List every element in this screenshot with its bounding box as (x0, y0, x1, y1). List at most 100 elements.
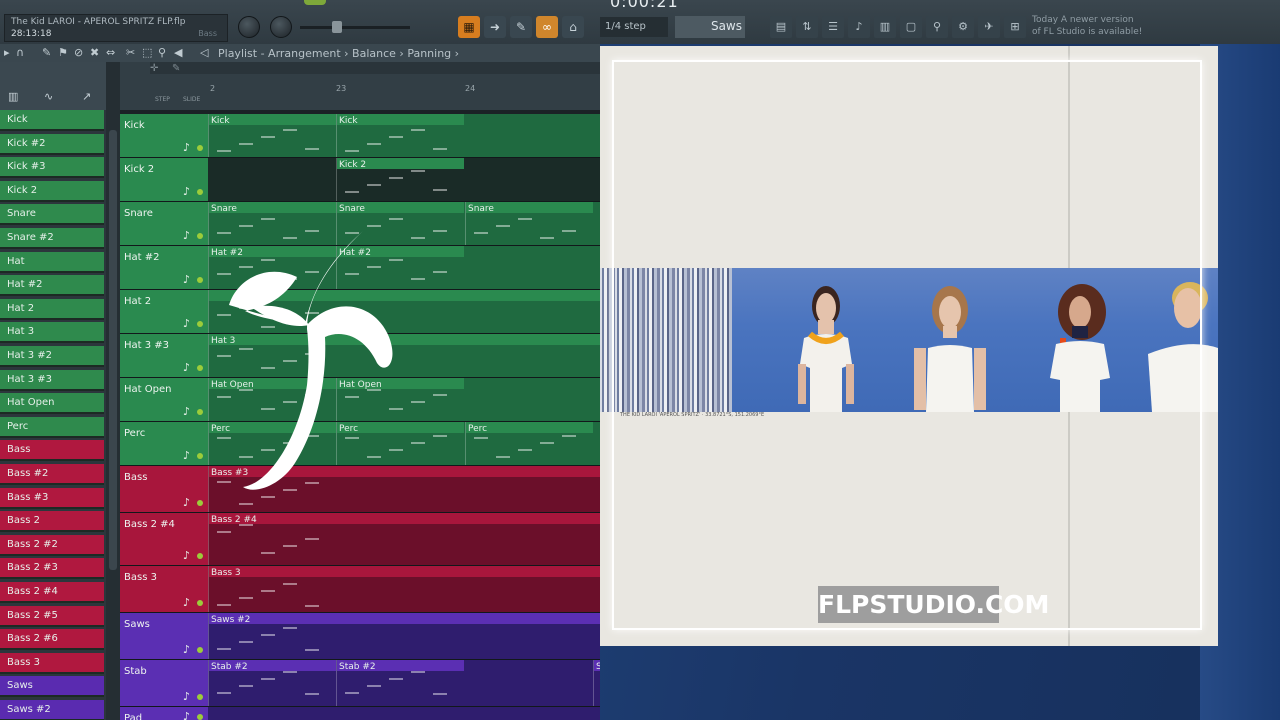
pencil-icon[interactable]: ✎ (42, 46, 51, 59)
speaker-icon[interactable]: ◁ (200, 46, 208, 59)
picker-item[interactable]: Bass 2 #4 (0, 582, 104, 603)
note-icon[interactable]: ♪ (183, 549, 190, 562)
plugin-icon[interactable]: ⚲ (926, 16, 948, 38)
browser-icon[interactable]: ▢ (900, 16, 922, 38)
note-icon[interactable]: ♪ (183, 596, 190, 609)
brush-icon-small[interactable]: ⚑ (58, 46, 68, 59)
slide-icon[interactable]: ✎ (172, 63, 180, 74)
track-active-led[interactable] (197, 145, 203, 151)
song-mode-indicator[interactable] (304, 0, 326, 5)
track-active-led[interactable] (197, 233, 203, 239)
note-icon[interactable]: ♪ (183, 185, 190, 198)
track-active-led[interactable] (197, 321, 203, 327)
track-header[interactable]: Stab ♪ (120, 660, 208, 707)
picker-item[interactable]: Snare #2 (0, 228, 104, 249)
link-icon[interactable]: ∞ (536, 16, 558, 38)
slip-icon[interactable]: ⇔ (106, 46, 115, 59)
track-header[interactable]: Bass 3 ♪ (120, 566, 208, 613)
picker-item[interactable]: Bass #3 (0, 487, 104, 509)
track-lane[interactable]: Saws #2 (208, 613, 600, 660)
picker-item[interactable]: Hat #2 (0, 275, 104, 297)
zoom-icon[interactable]: ⚲ (158, 46, 166, 59)
arrow-icon[interactable]: ▸ (4, 46, 10, 59)
picker-item[interactable]: Hat Open (0, 393, 104, 415)
track-lane[interactable]: Bass 2 #4 (208, 513, 600, 566)
picker-item[interactable]: Bass (0, 440, 104, 462)
note-icon[interactable]: ♪ (183, 643, 190, 656)
piano-roll-icon[interactable]: ♪ (848, 16, 870, 38)
pattern-clip[interactable]: Kick (208, 114, 336, 157)
picker-item[interactable]: Bass 2 #5 (0, 605, 104, 627)
track-header[interactable]: Hat #2 ♪ (120, 246, 208, 290)
playlist-overview[interactable] (150, 62, 600, 74)
help-icon[interactable]: ✈ (978, 16, 1000, 38)
track-header[interactable]: Snare ♪ (120, 202, 208, 246)
track-lane[interactable]: Kick 2 (208, 158, 600, 202)
piano-icon[interactable]: ▥ (8, 90, 18, 103)
magnet-icon[interactable]: ∩ (16, 46, 24, 59)
note-icon[interactable]: ♪ (183, 361, 190, 374)
pattern-clip[interactable]: Bass 3 (208, 566, 600, 612)
track-lane[interactable] (208, 707, 600, 720)
track-header[interactable]: Bass ♪ (120, 466, 208, 513)
master-slider-track[interactable] (300, 26, 410, 29)
track-header[interactable]: Hat 3 #3 ♪ (120, 334, 208, 378)
track-lane[interactable]: Kick Kick (208, 114, 600, 158)
master-slider-handle[interactable] (332, 21, 342, 33)
note-icon[interactable]: ♪ (183, 710, 190, 720)
tempo-icon[interactable]: ⚙ (952, 16, 974, 38)
playlist-icon[interactable]: ▥ (874, 16, 896, 38)
picker-item[interactable]: Kick #2 (0, 133, 104, 155)
automation-icon[interactable]: ↗ (82, 90, 91, 103)
note-icon[interactable]: ♪ (183, 229, 190, 242)
picker-item[interactable]: Hat 3 #2 (0, 346, 104, 367)
playback-icon[interactable]: ◀ (174, 46, 182, 59)
track-active-led[interactable] (197, 714, 203, 720)
track-active-led[interactable] (197, 500, 203, 506)
track-lane[interactable]: Bass 3 (208, 566, 600, 613)
note-icon[interactable]: ♪ (183, 141, 190, 154)
picker-item[interactable]: Kick #3 (0, 157, 104, 179)
track-lane[interactable]: Stab #2Stab #2Stab #2 (208, 660, 721, 707)
picker-item[interactable]: Kick (0, 110, 104, 131)
brush-icon[interactable]: ✎ (510, 16, 532, 38)
track-active-led[interactable] (197, 365, 203, 371)
note-icon[interactable]: ♪ (183, 273, 190, 286)
pattern-clip[interactable]: Snare (465, 202, 593, 245)
picker-item[interactable]: Saws (0, 676, 104, 698)
note-icon[interactable]: ♪ (183, 405, 190, 418)
pattern-clip[interactable]: Saws #2 (208, 613, 600, 659)
track-header[interactable]: Kick ♪ (120, 114, 208, 158)
picker-scrollbar-thumb[interactable] (109, 130, 117, 570)
shop-icon[interactable]: ⊞ (1004, 16, 1026, 38)
picker-item[interactable]: Saws #2 (0, 700, 104, 720)
track-active-led[interactable] (197, 189, 203, 195)
picker-item[interactable]: Hat 3 (0, 322, 104, 344)
pattern-clip[interactable]: Kick 2 (336, 158, 464, 201)
track-active-led[interactable] (197, 600, 203, 606)
step-icon[interactable]: ✛ (150, 63, 158, 74)
track-active-led[interactable] (197, 409, 203, 415)
select-icon[interactable]: ⬚ (142, 46, 152, 59)
picker-item[interactable]: Bass 2 (0, 511, 104, 533)
track-active-led[interactable] (197, 553, 203, 559)
picker-item[interactable]: Hat (0, 251, 104, 273)
note-icon[interactable]: ♪ (183, 496, 190, 509)
track-header[interactable]: Saws ♪ (120, 613, 208, 660)
master-pitch-knob[interactable] (270, 16, 292, 38)
pattern-clip[interactable]: Stab #2 (208, 660, 336, 706)
picker-item[interactable]: Bass 2 #3 (0, 558, 104, 580)
note-icon[interactable]: ♪ (183, 317, 190, 330)
audio-icon[interactable]: ∿ (44, 90, 53, 103)
note-icon[interactable]: ♪ (183, 449, 190, 462)
track-header[interactable]: Bass 2 #4 ♪ (120, 513, 208, 566)
delete-icon[interactable]: ⊘ (74, 46, 83, 59)
picker-item[interactable]: Bass 2 #2 (0, 534, 104, 556)
note-icon[interactable]: ♪ (183, 690, 190, 703)
slice-icon[interactable]: ✂ (126, 46, 135, 59)
track-active-led[interactable] (197, 277, 203, 283)
pattern-clip[interactable]: Kick (336, 114, 464, 157)
pattern-clip[interactable]: Stab #2 (336, 660, 464, 706)
track-active-led[interactable] (197, 453, 203, 459)
picker-item[interactable]: Hat 3 #3 (0, 369, 104, 391)
